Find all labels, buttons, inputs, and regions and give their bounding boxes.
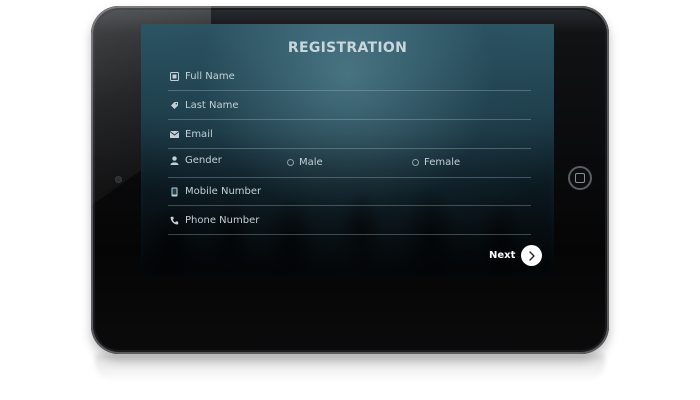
radio-female[interactable] — [412, 159, 419, 166]
email-input[interactable] — [168, 121, 535, 150]
male-label: Male — [299, 157, 323, 168]
registration-screen: REGISTRATION Full Name Last Name Email G… — [141, 24, 554, 276]
next-label: Next — [489, 250, 516, 261]
form-title: REGISTRATION — [287, 40, 408, 56]
home-button[interactable] — [568, 166, 592, 190]
next-button[interactable]: Next — [489, 245, 543, 266]
gender-option-male[interactable]: Male — [287, 157, 323, 168]
gender-option-female[interactable]: Female — [412, 157, 460, 168]
full-name-input[interactable] — [168, 63, 535, 92]
gender-label-group: Gender — [168, 154, 222, 166]
phone-number-input[interactable] — [168, 207, 535, 236]
last-name-input[interactable] — [168, 92, 535, 121]
stage: » REGISTRATION Full Name Last Name — [0, 0, 700, 400]
mobile-number-input[interactable] — [168, 178, 535, 207]
chevron-right-icon[interactable] — [521, 245, 543, 266]
phone-number-field[interactable]: Phone Number — [168, 207, 535, 236]
tablet-reflection — [95, 354, 605, 382]
user-icon — [168, 154, 180, 166]
email-field[interactable]: Email — [168, 121, 535, 150]
home-square-icon — [575, 173, 585, 183]
camera-dot-icon — [116, 177, 121, 182]
radio-male[interactable] — [287, 159, 294, 166]
mobile-number-field[interactable]: Mobile Number — [168, 178, 535, 207]
female-label: Female — [424, 157, 461, 168]
gender-field: Gender Male Female — [168, 150, 531, 178]
last-name-field[interactable]: Last Name — [168, 92, 535, 121]
gender-label: Gender — [185, 154, 222, 166]
full-name-field[interactable]: Full Name — [168, 63, 535, 92]
